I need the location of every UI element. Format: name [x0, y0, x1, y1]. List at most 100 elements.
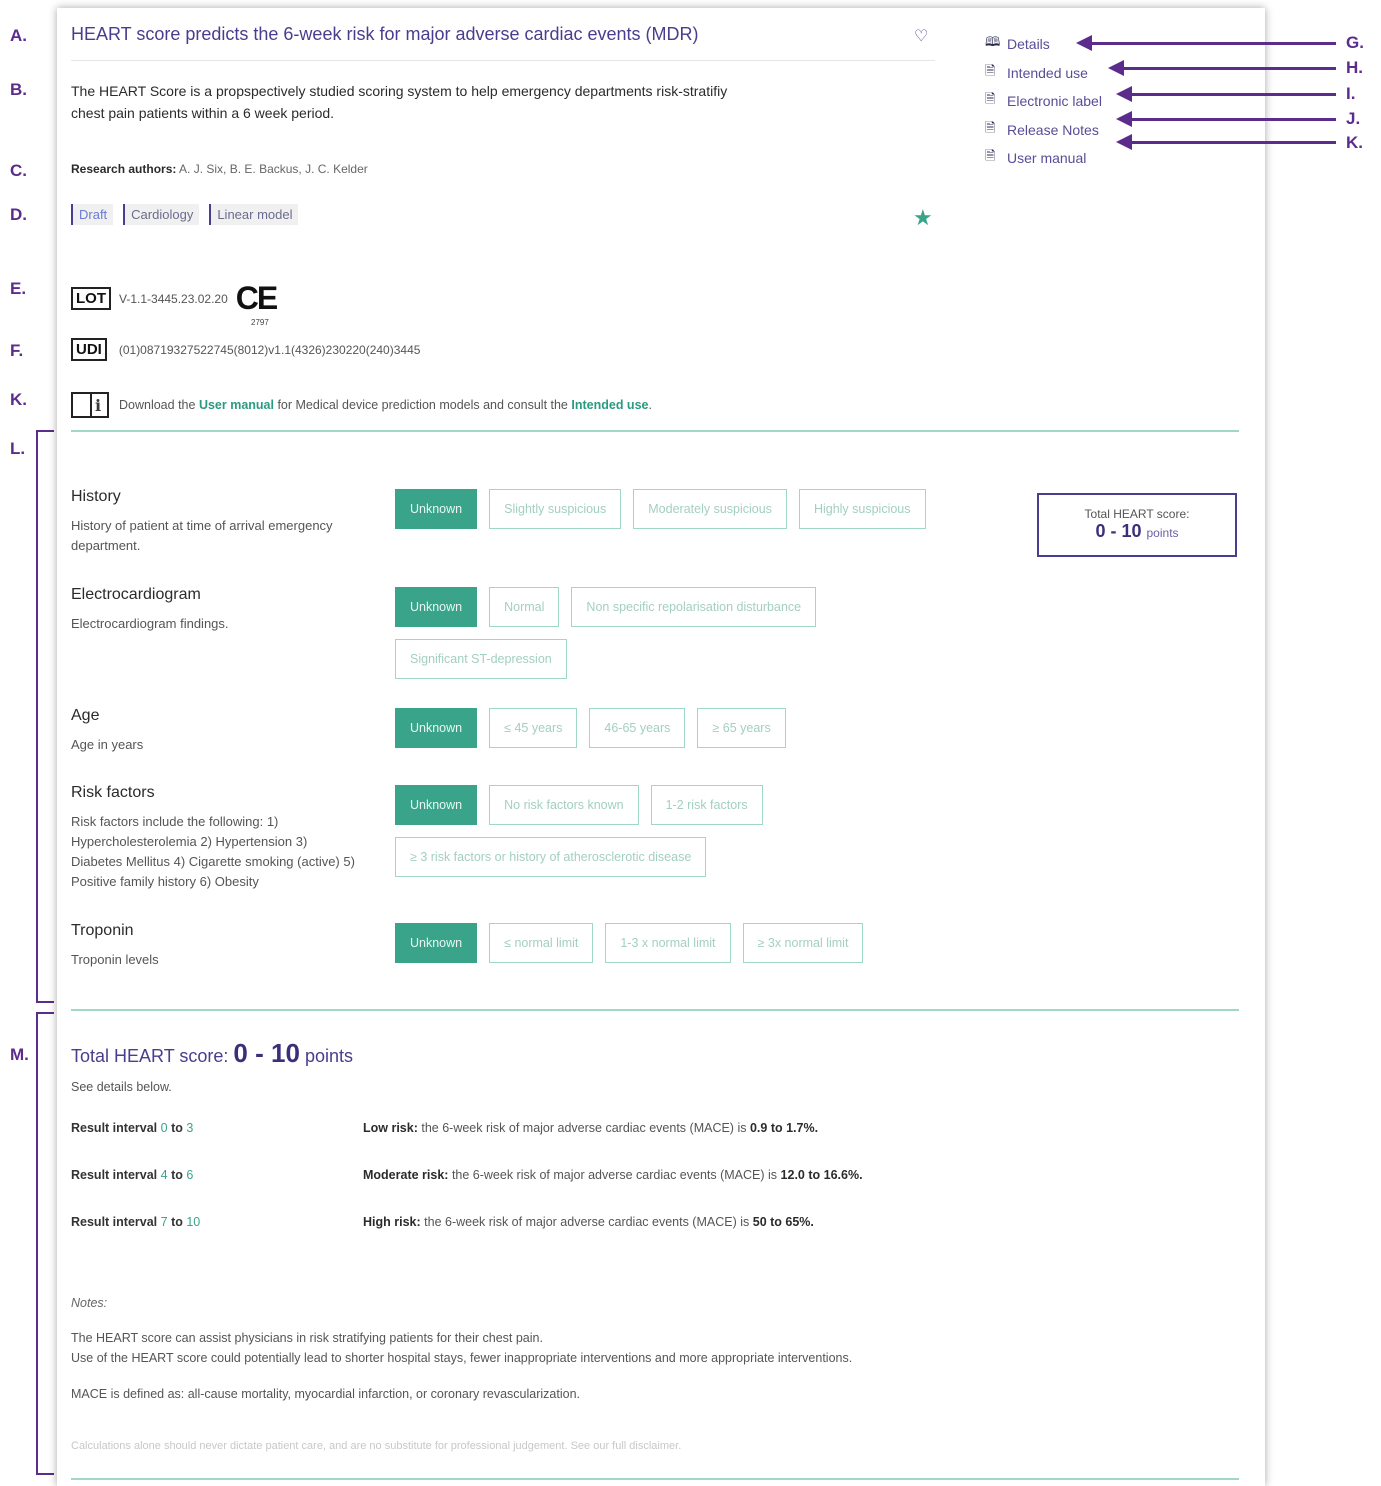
- annotation-j: J.: [1346, 109, 1361, 128]
- score-box-value: 0 - 10: [1095, 521, 1142, 541]
- question-desc: History of patient at time of arrival em…: [71, 518, 333, 553]
- notes-label: Notes:: [71, 1296, 108, 1310]
- result-interval-high: Result interval 7 to 10: [71, 1215, 200, 1229]
- question-age: Age Age in years: [71, 707, 361, 755]
- interval-from: 4: [160, 1168, 168, 1182]
- annotation-e: E.: [10, 279, 27, 298]
- arrow-i: [1116, 86, 1336, 102]
- interval-label: Result interval: [71, 1121, 158, 1135]
- lot-value: V-1.1-3445.23.02.20: [119, 291, 228, 306]
- option-button[interactable]: Unknown: [395, 708, 478, 748]
- tag-list: Draft Cardiology Linear model: [71, 204, 299, 225]
- risk-moderate: Moderate risk: the 6-week risk of major …: [363, 1168, 863, 1182]
- option-button[interactable]: ≤ 45 years: [489, 708, 578, 748]
- lot-row: LOT V-1.1-3445.23.02.20 CE 2797: [71, 280, 278, 327]
- result-interval-moderate: Result interval 4 to 6: [71, 1168, 193, 1182]
- user-manual-side-link[interactable]: 🗎 User manual: [985, 144, 1102, 173]
- option-button[interactable]: ≥ 3x normal limit: [742, 923, 864, 963]
- option-button[interactable]: Highly suspicious: [798, 489, 926, 529]
- model-description: The HEART Score is a propspectively stud…: [71, 83, 728, 121]
- option-button[interactable]: No risk factors known: [489, 785, 639, 825]
- risk-label: Low risk:: [363, 1121, 418, 1135]
- favorite-heart-icon[interactable]: ♡: [914, 26, 928, 46]
- option-button[interactable]: Non specific repolarisation disturbance: [571, 587, 817, 627]
- ce-number: 2797: [251, 318, 269, 327]
- consult-manual-icon: i: [71, 392, 109, 418]
- manual-row: i Download the User manual for Medical d…: [71, 392, 652, 418]
- annotation-g: G.: [1346, 33, 1364, 52]
- document-icon: 🗎: [985, 91, 996, 107]
- option-button[interactable]: Slightly suspicious: [489, 489, 622, 529]
- manual-text-pre: Download the: [119, 398, 196, 412]
- notes-line-2: Use of the HEART score could potentially…: [71, 1351, 853, 1365]
- question-title: Electrocardiogram: [71, 586, 201, 603]
- electrocardiogram-options: Unknown Normal Non specific repolarisati…: [395, 587, 955, 679]
- option-button[interactable]: 1-3 x normal limit: [605, 923, 731, 963]
- tag-cardiology[interactable]: Cardiology: [123, 204, 200, 225]
- see-details: See details below.: [71, 1080, 172, 1094]
- question-title: Troponin: [71, 922, 134, 939]
- star-icon[interactable]: ★: [913, 205, 933, 231]
- annotation-k-left: K.: [10, 390, 27, 409]
- intended-use-link[interactable]: Intended use: [571, 398, 648, 412]
- question-history: History History of patient at time of ar…: [71, 488, 361, 556]
- annotation-l: L.: [10, 439, 26, 458]
- interval-to-word: to: [171, 1168, 183, 1182]
- electronic-label-link[interactable]: 🗎 Electronic label: [985, 87, 1102, 116]
- question-title: Risk factors: [71, 784, 155, 801]
- risk-value: 12.0 to 16.6%.: [780, 1168, 863, 1182]
- disclaimer: Calculations alone should never dictate …: [71, 1440, 682, 1452]
- release-notes-label: Release Notes: [1007, 121, 1099, 138]
- manual-text-end: .: [648, 398, 652, 412]
- risk-text: the 6-week risk of major adverse cardiac…: [424, 1215, 750, 1229]
- option-button[interactable]: Moderately suspicious: [633, 489, 787, 529]
- tag-linear-model[interactable]: Linear model: [209, 204, 299, 225]
- risk-high: High risk: the 6-week risk of major adve…: [363, 1215, 814, 1229]
- option-button[interactable]: Significant ST-depression: [395, 639, 567, 679]
- annotation-h: H.: [1346, 58, 1363, 77]
- option-button[interactable]: ≤ normal limit: [489, 923, 594, 963]
- tag-draft[interactable]: Draft: [71, 204, 114, 225]
- electronic-label-label: Electronic label: [1007, 93, 1102, 110]
- option-button[interactable]: Unknown: [395, 587, 478, 627]
- risk-label: High risk:: [363, 1215, 421, 1229]
- release-notes-link[interactable]: 🗎 Release Notes: [985, 116, 1102, 145]
- question-electrocardiogram: Electrocardiogram Electrocardiogram find…: [71, 586, 361, 634]
- interval-from: 7: [160, 1215, 168, 1229]
- intended-use-side-link[interactable]: 🗎 Intended use: [985, 59, 1102, 88]
- bracket-l: [36, 430, 54, 1003]
- interval-from: 0: [160, 1121, 168, 1135]
- annotation-i: I.: [1346, 84, 1356, 103]
- option-button[interactable]: 1-2 risk factors: [650, 785, 763, 825]
- option-button[interactable]: Unknown: [395, 923, 478, 963]
- intended-use-label: Intended use: [1007, 64, 1088, 81]
- option-button[interactable]: ≥ 65 years: [697, 708, 786, 748]
- divider-middle: [71, 1009, 1239, 1011]
- annotation-c: C.: [10, 161, 27, 180]
- document-icon: 🗎: [985, 148, 996, 164]
- interval-to: 10: [186, 1215, 201, 1229]
- question-desc: Risk factors include the following: 1) H…: [71, 814, 355, 889]
- risk-text: the 6-week risk of major adverse cardiac…: [421, 1121, 747, 1135]
- total-score-value: 0 - 10: [233, 1038, 300, 1068]
- title-divider: [71, 60, 935, 61]
- annotation-m: M.: [10, 1045, 29, 1064]
- interval-to-word: to: [171, 1215, 183, 1229]
- risk-factors-options: Unknown No risk factors known 1-2 risk f…: [395, 785, 955, 877]
- notes-line-1: The HEART score can assist physicians in…: [71, 1331, 543, 1345]
- option-button[interactable]: Normal: [489, 587, 560, 627]
- details-link-label: Details: [1007, 36, 1050, 53]
- result-interval-low: Result interval 0 to 3: [71, 1121, 193, 1135]
- option-button[interactable]: Unknown: [395, 785, 478, 825]
- score-box-label: Total HEART score:: [1084, 507, 1190, 521]
- question-troponin: Troponin Troponin levels: [71, 922, 361, 970]
- option-button[interactable]: Unknown: [395, 489, 478, 529]
- interval-to-word: to: [171, 1121, 183, 1135]
- user-manual-link[interactable]: User manual: [199, 398, 274, 412]
- option-button[interactable]: ≥ 3 risk factors or history of atheroscl…: [395, 837, 707, 877]
- udi-value: (01)08719327522745(8012)v1.1(4326)230220…: [118, 342, 421, 357]
- authors-names: A. J. Six, B. E. Backus, J. C. Kelder: [179, 162, 368, 176]
- bracket-m: [36, 1012, 54, 1475]
- option-button[interactable]: 46-65 years: [589, 708, 686, 748]
- lot-symbol: LOT: [71, 287, 111, 310]
